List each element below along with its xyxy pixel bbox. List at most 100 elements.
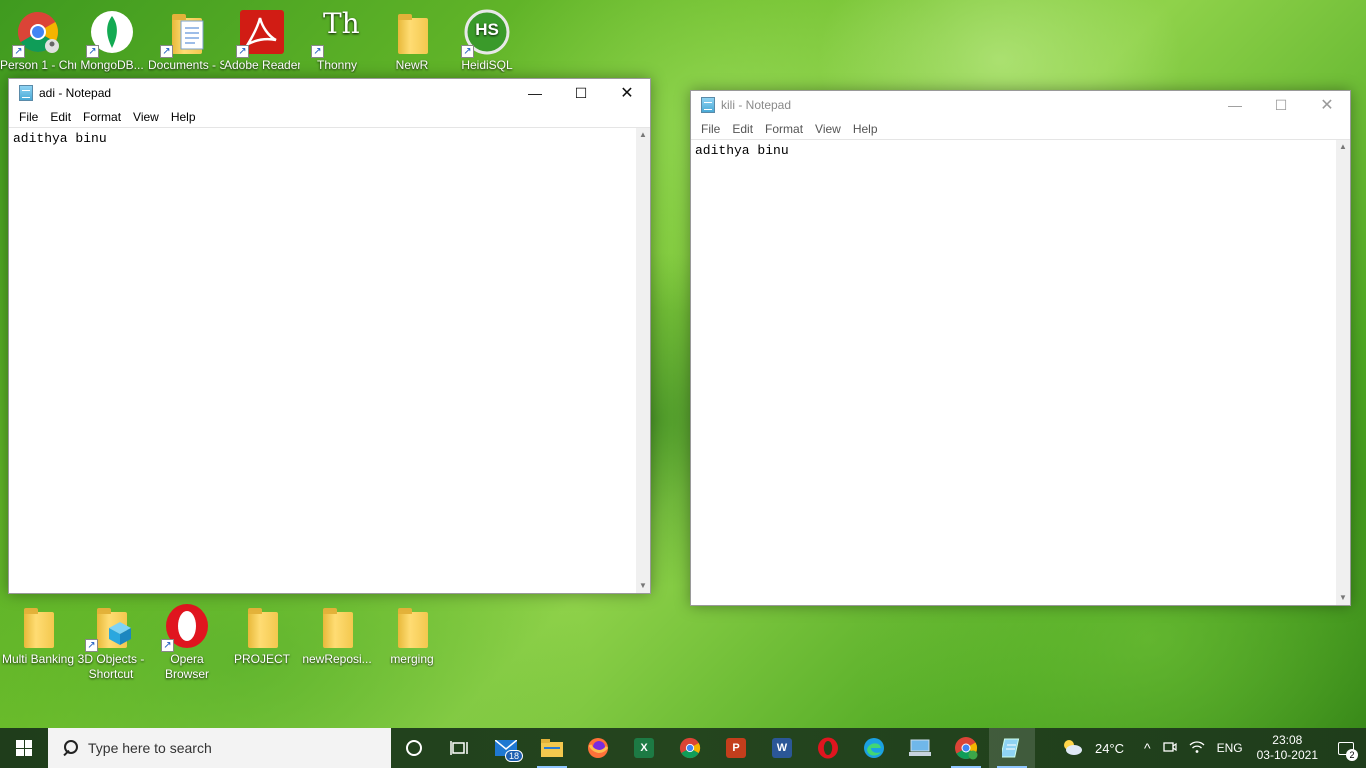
menu-format[interactable]: Format [759, 122, 809, 136]
title-bar[interactable]: adi - Notepad — ☐ ✕ [9, 79, 650, 107]
shortcut-arrow-icon: ↗ [311, 45, 324, 58]
taskbar-chrome-profile[interactable] [943, 728, 989, 768]
text-editor-area[interactable]: adithya binu ▲ ▼ [691, 139, 1350, 605]
scroll-up-icon[interactable]: ▲ [636, 128, 650, 142]
scroll-down-icon[interactable]: ▼ [1336, 591, 1350, 605]
menu-help[interactable]: Help [165, 110, 202, 124]
desktop-icon-mongodb[interactable]: ↗ MongoDB... [74, 8, 150, 73]
clock-date: 03-10-2021 [1256, 748, 1318, 762]
taskbar-mail[interactable]: 18 [483, 728, 529, 768]
notepad-icon [701, 97, 715, 113]
notepad-window-adi[interactable]: adi - Notepad — ☐ ✕ File Edit Format Vie… [8, 78, 651, 594]
minimize-button[interactable]: — [1212, 91, 1258, 119]
chrome-icon: ↗ [12, 8, 62, 58]
weather-icon[interactable] [1055, 738, 1089, 759]
cortana-button[interactable] [391, 728, 437, 768]
computer-icon [909, 739, 931, 756]
opera-icon [818, 737, 838, 759]
title-bar[interactable]: kili - Notepad — ☐ ✕ [691, 91, 1350, 119]
action-center-button[interactable]: 2 [1326, 728, 1366, 768]
maximize-button[interactable]: ☐ [558, 79, 604, 107]
desktop-icon-label: Person 1 - Chrome [0, 58, 76, 72]
heidisql-icon: HS ↗ [461, 8, 511, 58]
shortcut-arrow-icon: ↗ [85, 639, 98, 652]
taskbar-search[interactable]: Type here to search [48, 728, 391, 768]
taskbar: Type here to search 18 X P W 24°C ^ ENG … [0, 728, 1366, 768]
3d-objects-icon: ↗ [85, 602, 135, 652]
desktop-icon-documents[interactable]: ↗ Documents - Shortcut [148, 8, 224, 73]
desktop-icon-heidisql[interactable]: HS ↗ HeidiSQL [449, 8, 525, 73]
taskbar-chrome[interactable] [667, 728, 713, 768]
meet-now-icon[interactable] [1157, 740, 1183, 757]
task-view-button[interactable] [437, 728, 483, 768]
notepad-window-kili[interactable]: kili - Notepad — ☐ ✕ File Edit Format Vi… [690, 90, 1351, 606]
scroll-down-icon[interactable]: ▼ [636, 579, 650, 593]
vertical-scrollbar[interactable]: ▲ ▼ [1336, 140, 1350, 605]
taskbar-edge[interactable] [851, 728, 897, 768]
word-icon: W [772, 738, 792, 758]
taskbar-notepad[interactable] [989, 728, 1035, 768]
text-editor-area[interactable]: adithya binu ▲ ▼ [9, 127, 650, 593]
taskbar-this-pc[interactable] [897, 728, 943, 768]
mail-badge: 18 [504, 750, 523, 762]
menu-edit[interactable]: Edit [726, 122, 759, 136]
desktop-icon-label: HeidiSQL [461, 58, 513, 72]
tray-overflow-chevron-icon[interactable]: ^ [1130, 740, 1157, 756]
shortcut-arrow-icon: ↗ [461, 45, 474, 58]
vertical-scrollbar[interactable]: ▲ ▼ [636, 128, 650, 593]
desktop-icon-multi-banking[interactable]: Multi Banking [0, 602, 76, 667]
taskbar-file-explorer[interactable] [529, 728, 575, 768]
desktop-icon-newr[interactable]: NewR [374, 8, 450, 73]
desktop-icon-thonny[interactable]: Th ↗ Thonny [299, 8, 375, 73]
notepad-icon [19, 85, 33, 101]
menu-bar: File Edit Format View Help [9, 107, 650, 127]
desktop-icon-opera[interactable]: ↗ Opera Browser [149, 602, 225, 682]
folder-icon [313, 602, 361, 650]
taskbar-opera[interactable] [805, 728, 851, 768]
menu-view[interactable]: View [127, 110, 165, 124]
menu-file[interactable]: File [13, 110, 44, 124]
file-explorer-icon [541, 739, 563, 757]
taskbar-powerpoint[interactable]: P [713, 728, 759, 768]
shortcut-arrow-icon: ↗ [12, 45, 25, 58]
system-tray: 24°C ^ ENG 23:08 03-10-2021 2 [1055, 728, 1366, 768]
maximize-button[interactable]: ☐ [1258, 91, 1304, 119]
menu-file[interactable]: File [695, 122, 726, 136]
weather-temperature[interactable]: 24°C [1089, 741, 1130, 756]
excel-icon: X [634, 738, 654, 758]
heidisql-logo-text: HS [475, 20, 499, 39]
language-indicator[interactable]: ENG [1211, 741, 1249, 755]
desktop-icon-chrome[interactable]: ↗ Person 1 - Chrome [0, 8, 76, 73]
opera-icon: ↗ [161, 602, 211, 652]
start-button[interactable] [0, 728, 48, 768]
folder-icon [238, 602, 286, 650]
wifi-icon[interactable] [1183, 740, 1211, 757]
desktop-icon-project[interactable]: PROJECT [224, 602, 300, 667]
close-button[interactable]: ✕ [1304, 91, 1350, 119]
desktop-icon-newrepository[interactable]: newReposi... [299, 602, 375, 667]
shortcut-arrow-icon: ↗ [86, 45, 99, 58]
menu-help[interactable]: Help [847, 122, 884, 136]
notification-count: 2 [1346, 749, 1358, 761]
minimize-button[interactable]: — [512, 79, 558, 107]
desktop-icon-label: MongoDB... [80, 58, 144, 72]
desktop-icon-adobe[interactable]: ↗ Adobe Reader XI [224, 8, 300, 73]
scroll-up-icon[interactable]: ▲ [1336, 140, 1350, 154]
clock[interactable]: 23:08 03-10-2021 [1249, 733, 1326, 763]
close-button[interactable]: ✕ [604, 79, 650, 107]
document-text[interactable]: adithya binu [9, 128, 650, 149]
desktop-icon-label: 3D Objects - Shortcut [77, 652, 145, 681]
menu-format[interactable]: Format [77, 110, 127, 124]
menu-edit[interactable]: Edit [44, 110, 77, 124]
desktop-icon-label: NewR [395, 58, 429, 72]
search-placeholder: Type here to search [88, 740, 212, 756]
taskbar-firefox[interactable] [575, 728, 621, 768]
desktop-icon-3d-objects[interactable]: ↗ 3D Objects - Shortcut [73, 602, 149, 682]
menu-view[interactable]: View [809, 122, 847, 136]
document-text[interactable]: adithya binu [691, 140, 1350, 161]
desktop-icon-merging[interactable]: merging [374, 602, 450, 667]
taskbar-word[interactable]: W [759, 728, 805, 768]
desktop-icon-label: Thonny [316, 58, 358, 72]
taskbar-excel[interactable]: X [621, 728, 667, 768]
desktop-icon-label: Documents - Shortcut [148, 58, 224, 72]
